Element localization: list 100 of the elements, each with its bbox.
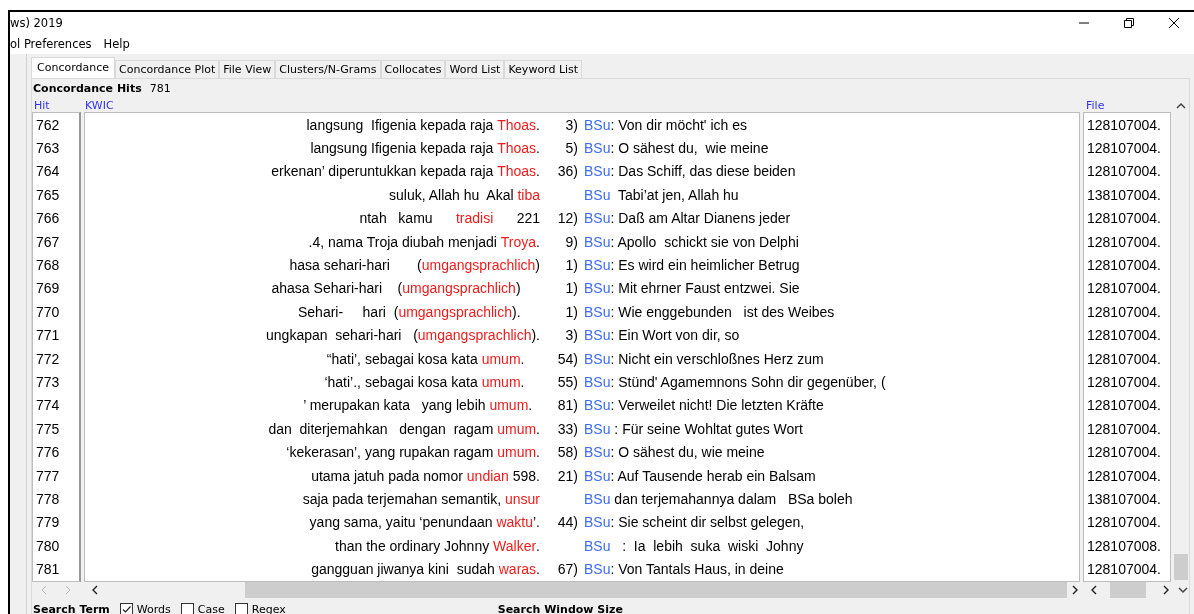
menu-item[interactable]: ol Preferences [10,37,92,51]
hit-number: 767 [36,233,60,250]
keyword: unsur [504,490,540,507]
left-context: . [536,233,540,250]
right-context: : Apollo schickt sie von Delphi [610,233,799,250]
scroll-right-icon[interactable] [1162,585,1170,595]
search-term-label: Search Term [33,603,110,614]
sentence-number: 33) [557,420,578,437]
right-context: : Für seine Wohltat gutes Wort [613,420,803,437]
checkbox[interactable] [234,603,248,614]
hit-number: 771 [36,327,60,344]
column-header[interactable]: File [1086,99,1105,112]
keyword: tradisi [455,210,494,227]
right-context: : Verweilet nicht! Die letzten Kräfte [610,397,824,414]
file-name: 128107004. [1087,514,1161,531]
left-context: ’. [533,514,540,531]
file-name: 128107004. [1087,397,1161,414]
hit-number: 774 [36,397,60,414]
checkbox[interactable] [119,603,133,614]
checkbox-option[interactable]: Case [180,603,225,614]
scroll-up-icon[interactable] [1176,102,1186,110]
tab[interactable]: File View [219,60,276,78]
restore-icon[interactable] [1123,17,1135,29]
keyword: umgangsprachlich [417,327,532,344]
sentence-number: 1) [565,280,578,297]
left-context: ntah kamu [359,210,434,227]
search-term: BSu [584,186,611,203]
left-context: . [536,116,540,133]
tab[interactable]: Keyword List [504,60,583,78]
sentence-number: 3) [565,327,578,344]
file-name: 128107004. [1087,140,1161,157]
column-header[interactable]: KWIC [85,99,114,112]
sentence-number: 12) [557,210,578,227]
left-context: dan diterjemahkan dengan ragam [268,420,495,437]
menu-item[interactable]: Help [103,37,130,51]
hits-label: Concordance Hits [33,82,142,96]
tab[interactable]: Concordance [31,57,115,78]
keyword: umum [481,350,521,367]
left-context: than the ordinary Johnny [335,537,491,554]
scroll-down-icon[interactable] [1178,586,1188,594]
scroll-left-icon[interactable] [91,585,99,595]
hit-number: 763 [36,140,60,157]
file-name: 128107008. [1087,537,1161,554]
file-name: 128107004. [1087,467,1161,484]
file-name: 128107004. [1087,561,1161,578]
tab[interactable]: Collocates [380,60,446,78]
file-name: 128107004. [1087,210,1161,227]
keyword: umum [481,374,521,390]
left-context: ’ merupakan kata yang lebih [303,397,487,414]
right-context: : Ia lebih suka wiski Johny [621,537,804,554]
keyword: Walker [493,537,537,554]
keyword: waktu [496,514,533,531]
checkbox-option[interactable]: Words [119,603,171,614]
sentence-number: 1) [565,303,578,320]
tab[interactable]: Word List [445,60,505,78]
right-context: : Das Schiff, das diese beiden [610,163,796,180]
scroll-thumb[interactable] [1110,582,1146,598]
left-context: . [520,374,526,390]
window-title: ws) 2019 [10,16,63,30]
file-name: 128107004. [1087,374,1161,390]
hit-number: 773 [36,374,60,390]
left-context: . [536,420,540,437]
scroll-right-icon[interactable] [1071,585,1079,595]
sentence-number: 5) [565,140,578,157]
keyword: tiba [517,186,540,203]
scroll-thumb[interactable] [1174,554,1188,580]
left-context: ) [535,257,540,274]
close-icon[interactable] [1168,17,1180,29]
file-name: 128107004. [1087,303,1161,320]
window-size-label: Search Window Size [497,603,623,614]
right-context: : Daß am Altar Dianens jeder [610,210,791,227]
file-name: 138107004. [1087,186,1161,203]
left-context: Sehari- hari ( [298,303,399,320]
sentence-number: 54) [557,350,578,367]
right-context: : Es wird ein heimlicher Betrug [610,257,800,274]
right-context: : Stünd' Agamemnons Sohn dir gegenüber, ( [610,374,886,390]
tab[interactable]: Clusters/N-Grams [275,60,381,78]
hit-number: 765 [36,186,60,203]
left-context: ungkapan sehari-hari ( [266,327,418,344]
file-name: 128107004. [1087,280,1161,297]
left-context: utama jatuh pada nomor [311,467,464,484]
hit-number: 780 [36,537,60,554]
sentence-number: 3) [565,116,578,133]
column-header[interactable]: Hit [34,99,50,112]
file-name: 128107004. [1087,257,1161,274]
hit-number: 762 [36,116,60,133]
scroll-left-icon[interactable] [1090,585,1098,595]
hit-number: 776 [36,444,60,461]
right-context: : Sie scheint dir selbst gelegen, [610,514,805,531]
left-context: ). [512,303,522,320]
left-context: ). [531,327,540,344]
right-context: : Von Tantals Haus, in deine [610,561,784,578]
checkbox[interactable] [180,603,194,614]
left-context: 598. [511,467,540,484]
left-context: . [536,561,540,578]
right-context: : Wie enggebunden ist des Weibes [610,303,835,320]
tab[interactable]: Concordance Plot [115,60,220,78]
scroll-thumb[interactable] [245,582,1067,598]
hit-number: 769 [36,280,60,297]
hit-number: 779 [36,514,60,531]
